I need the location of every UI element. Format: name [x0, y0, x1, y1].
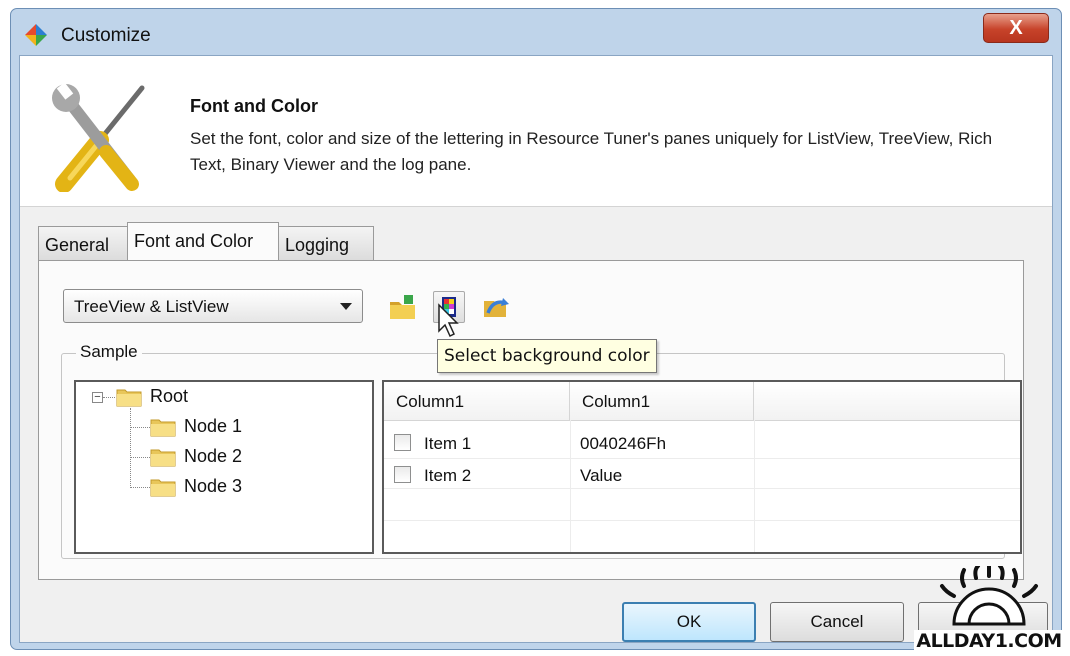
customize-window: Customize X Font and Color Set the font,…	[10, 8, 1062, 650]
tree-root-label: Root	[150, 386, 189, 406]
grid-line	[384, 488, 1020, 489]
sample-tree-view[interactable]: − Root Node 1 Node 2 Node 3	[74, 380, 374, 554]
column-header-label: Column1	[582, 392, 651, 411]
sample-group: Sample − Root Node 1 Node 2 Node 3 Colum…	[61, 342, 1022, 559]
folder-icon	[116, 389, 142, 407]
list-header: Column1 Column1	[384, 382, 1020, 421]
tooltip: Select background color	[437, 339, 657, 373]
tree-node[interactable]: Node 2	[150, 446, 242, 467]
pane-select[interactable]: TreeView & ListView	[63, 289, 363, 323]
folder-icon	[150, 419, 176, 437]
title-bar[interactable]: Customize X	[11, 9, 1061, 53]
reset-button[interactable]	[479, 291, 511, 323]
tab-label: General	[45, 235, 110, 255]
ok-button[interactable]: OK	[622, 602, 756, 642]
tree-connector	[130, 427, 150, 428]
tree-node-label: Node 2	[184, 446, 243, 466]
tools-icon	[52, 82, 145, 192]
tab-label: Font and Color	[134, 231, 254, 251]
watermark-logo: ALLDAY1.COM	[914, 566, 1064, 652]
tree-node-label: Node 3	[184, 476, 243, 496]
pane-select-value: TreeView & ListView	[74, 297, 229, 316]
tree-connector	[130, 408, 131, 488]
column-header-label: Column1	[396, 392, 465, 411]
item-2-checkbox[interactable]	[394, 466, 411, 483]
collapse-icon[interactable]: −	[92, 392, 103, 403]
column-header[interactable]: Column1	[570, 382, 754, 420]
grid-line	[754, 420, 755, 552]
font-and-color-panel: TreeView & ListView Select background co…	[38, 260, 1024, 580]
dialog-client: Font and Color Set the font, color and s…	[19, 55, 1053, 643]
list-item-value: Value	[580, 466, 623, 485]
tree-root[interactable]: Root	[116, 386, 188, 407]
folder-icon	[150, 449, 176, 467]
list-item-name: Item 2	[424, 466, 472, 485]
sample-group-label: Sample	[76, 342, 142, 362]
header-title: Font and Color	[190, 96, 318, 116]
grid-line	[384, 520, 1020, 521]
watermark-text: ALLDAY1.COM	[914, 630, 1064, 652]
grid-line	[384, 458, 1020, 459]
select-font-button[interactable]	[387, 291, 419, 323]
window-title: Customize	[61, 25, 151, 46]
chevron-down-icon[interactable]	[340, 303, 352, 310]
tree-connector	[130, 457, 150, 458]
close-icon: X	[1009, 17, 1023, 39]
tree-connector	[130, 487, 150, 488]
tab-general[interactable]: General	[38, 226, 128, 260]
cancel-button[interactable]: Cancel	[770, 602, 904, 642]
tree-connector	[103, 397, 115, 398]
tree-node[interactable]: Node 3	[150, 476, 242, 497]
list-item-name: Item 1	[424, 434, 472, 453]
tab-logging[interactable]: Logging	[278, 226, 374, 260]
dialog-header: Font and Color Set the font, color and s…	[20, 56, 1052, 207]
list-item-value: 0040246Fh	[580, 434, 667, 453]
item-1-checkbox[interactable]	[394, 434, 411, 451]
tab-label: Logging	[285, 235, 350, 255]
select-font-icon	[390, 295, 415, 319]
grid-line	[570, 420, 571, 552]
sun-icon	[940, 566, 1038, 626]
tree-node[interactable]: Node 1	[150, 416, 242, 437]
tree-node-label: Node 1	[184, 416, 243, 436]
tab-font-and-color[interactable]: Font and Color	[127, 222, 279, 260]
header-description: Set the font, color and size of the lett…	[190, 129, 993, 174]
folder-icon	[150, 479, 176, 497]
mouse-cursor-icon	[438, 303, 459, 338]
reset-icon	[484, 298, 509, 317]
close-button[interactable]: X	[983, 13, 1049, 43]
column-header[interactable]: Column1	[384, 382, 570, 420]
sample-list-view[interactable]: Column1 Column1 Item 1 0040246Fh Item 2 …	[382, 380, 1022, 554]
app-icon	[25, 24, 47, 46]
